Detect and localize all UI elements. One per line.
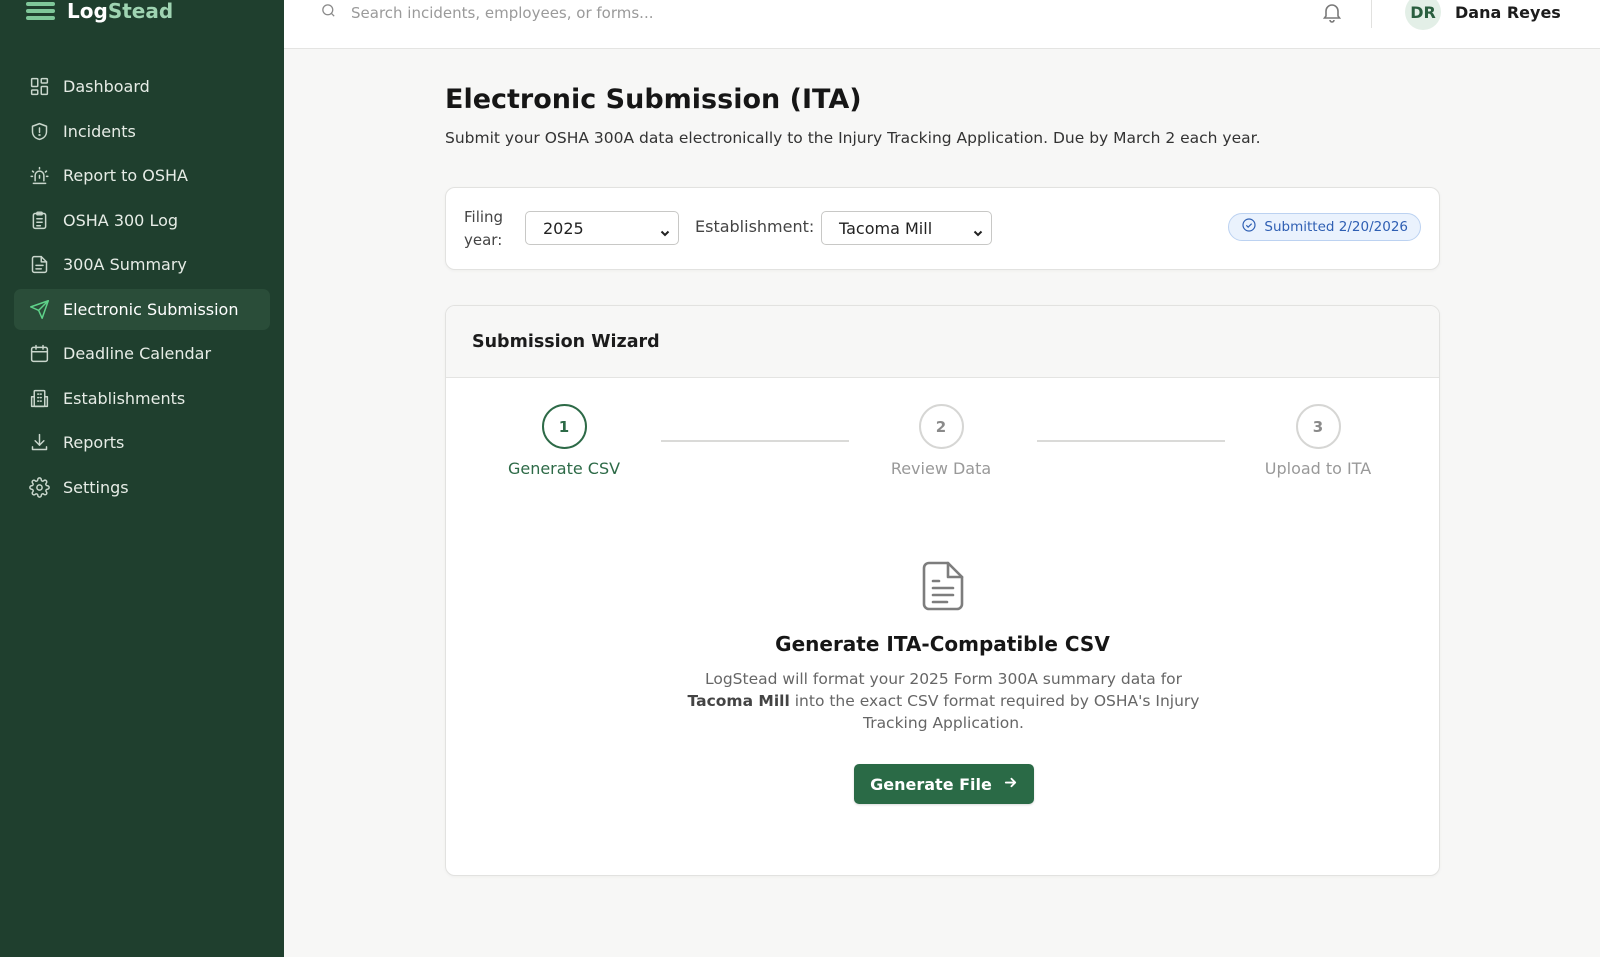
building-icon xyxy=(28,387,50,409)
step-label: Review Data xyxy=(890,459,992,478)
user-name[interactable]: Dana Reyes xyxy=(1455,3,1561,22)
step-label: Upload to ITA xyxy=(1264,459,1372,478)
sidebar-item-establishments[interactable]: Establishments xyxy=(14,378,270,419)
sidebar-item-incidents[interactable]: Incidents xyxy=(14,111,270,152)
step-label: Generate CSV xyxy=(507,459,621,478)
sidebar-item-label: Deadline Calendar xyxy=(63,344,212,363)
filing-year-label: Filing year: xyxy=(464,208,504,249)
document-icon xyxy=(28,254,50,276)
sidebar-item-label: Settings xyxy=(63,477,129,497)
shield-icon xyxy=(28,120,50,142)
send-icon xyxy=(28,298,50,320)
step-connector xyxy=(661,440,849,442)
panel-title: Generate ITA-Compatible CSV xyxy=(775,632,1110,656)
panel-description: LogStead will format your 2025 Form 300A… xyxy=(687,670,1200,732)
clipboard-icon xyxy=(28,209,50,231)
search-bar xyxy=(320,2,731,23)
establishment-select[interactable]: Tacoma Mill xyxy=(821,211,992,245)
wizard-title: Submission Wizard xyxy=(446,306,1439,378)
sidebar-item-label: Establishments xyxy=(63,388,186,408)
chevron-down-icon xyxy=(660,223,670,237)
sidebar-item-label: Incidents xyxy=(63,121,136,141)
brand-name: LogStead xyxy=(67,0,174,23)
submission-wizard: Submission Wizard 1 Generate CSV 2 Revie… xyxy=(445,305,1440,876)
brand[interactable]: LogStead xyxy=(26,0,173,26)
chevron-down-icon xyxy=(973,223,983,237)
sidebar-item-report-to-osha[interactable]: Report to OSHA xyxy=(14,155,270,196)
step-number: 3 xyxy=(1295,404,1341,449)
wizard-step-review-data[interactable]: 2 Review Data xyxy=(861,404,1021,478)
sidebar-item-dashboard[interactable]: Dashboard xyxy=(14,66,270,107)
page-title: Electronic Submission (ITA) xyxy=(445,84,862,115)
sidebar-item-label: Reports xyxy=(63,433,125,452)
establishment-label: Establishment: xyxy=(695,217,815,236)
sidebar-item-osha-300-log[interactable]: OSHA 300 Log xyxy=(14,200,270,241)
step-number: 2 xyxy=(918,404,964,449)
search-icon xyxy=(320,2,337,23)
button-label: Generate File xyxy=(870,774,992,794)
filing-year-value: 2025 xyxy=(543,218,584,238)
logstead-logo-icon xyxy=(26,2,55,20)
sidebar-item-label: Report to OSHA xyxy=(63,166,188,185)
wizard-step-generate-csv[interactable]: 1 Generate CSV xyxy=(484,404,644,478)
wizard-step-upload-to-ita[interactable]: 3 Upload to ITA xyxy=(1238,404,1398,478)
sidebar-item-label: OSHA 300 Log xyxy=(63,210,179,230)
generate-file-button[interactable]: Generate File xyxy=(854,764,1034,804)
topbar: DR Dana Reyes xyxy=(284,0,1600,49)
download-icon xyxy=(28,432,50,454)
calendar-icon xyxy=(28,343,50,365)
grid-icon xyxy=(28,76,50,98)
establishment-name: Tacoma Mill xyxy=(687,692,790,710)
step-connector xyxy=(1037,440,1225,442)
search-input[interactable] xyxy=(351,3,731,22)
file-text-icon xyxy=(921,560,965,612)
status-text: Submitted 2/20/2026 xyxy=(1264,219,1408,235)
sidebar-item-label: 300A Summary xyxy=(63,255,187,274)
sidebar-item-settings[interactable]: Settings xyxy=(14,467,270,508)
check-circle-icon xyxy=(1241,217,1257,237)
sidebar: LogStead Dashboard Incidents Report to O… xyxy=(0,0,284,957)
sidebar-item-label: Electronic Submission xyxy=(63,299,239,319)
sidebar-item-reports[interactable]: Reports xyxy=(14,422,270,463)
sidebar-item-label: Dashboard xyxy=(63,77,150,96)
avatar[interactable]: DR xyxy=(1405,0,1441,30)
sidebar-item-deadline-calendar[interactable]: Deadline Calendar xyxy=(14,333,270,374)
gear-icon xyxy=(28,476,50,498)
sidebar-item-electronic-submission[interactable]: Electronic Submission xyxy=(14,288,270,330)
sidebar-nav: Dashboard Incidents Report to OSHA OSHA … xyxy=(14,66,270,511)
siren-icon xyxy=(28,165,50,187)
establishment-value: Tacoma Mill xyxy=(839,218,933,238)
page-subtitle: Submit your OSHA 300A data electronicall… xyxy=(445,129,1261,147)
filing-year-select[interactable]: 2025 xyxy=(525,211,679,245)
arrow-right-icon xyxy=(1003,775,1018,794)
filter-card: Filing year: 2025 Establishment: Tacoma … xyxy=(445,187,1440,270)
divider xyxy=(1371,0,1372,28)
step-number: 1 xyxy=(541,404,587,449)
bell-icon[interactable] xyxy=(1320,0,1344,24)
sidebar-item-300a-summary[interactable]: 300A Summary xyxy=(14,244,270,285)
status-badge: Submitted 2/20/2026 xyxy=(1228,213,1421,241)
